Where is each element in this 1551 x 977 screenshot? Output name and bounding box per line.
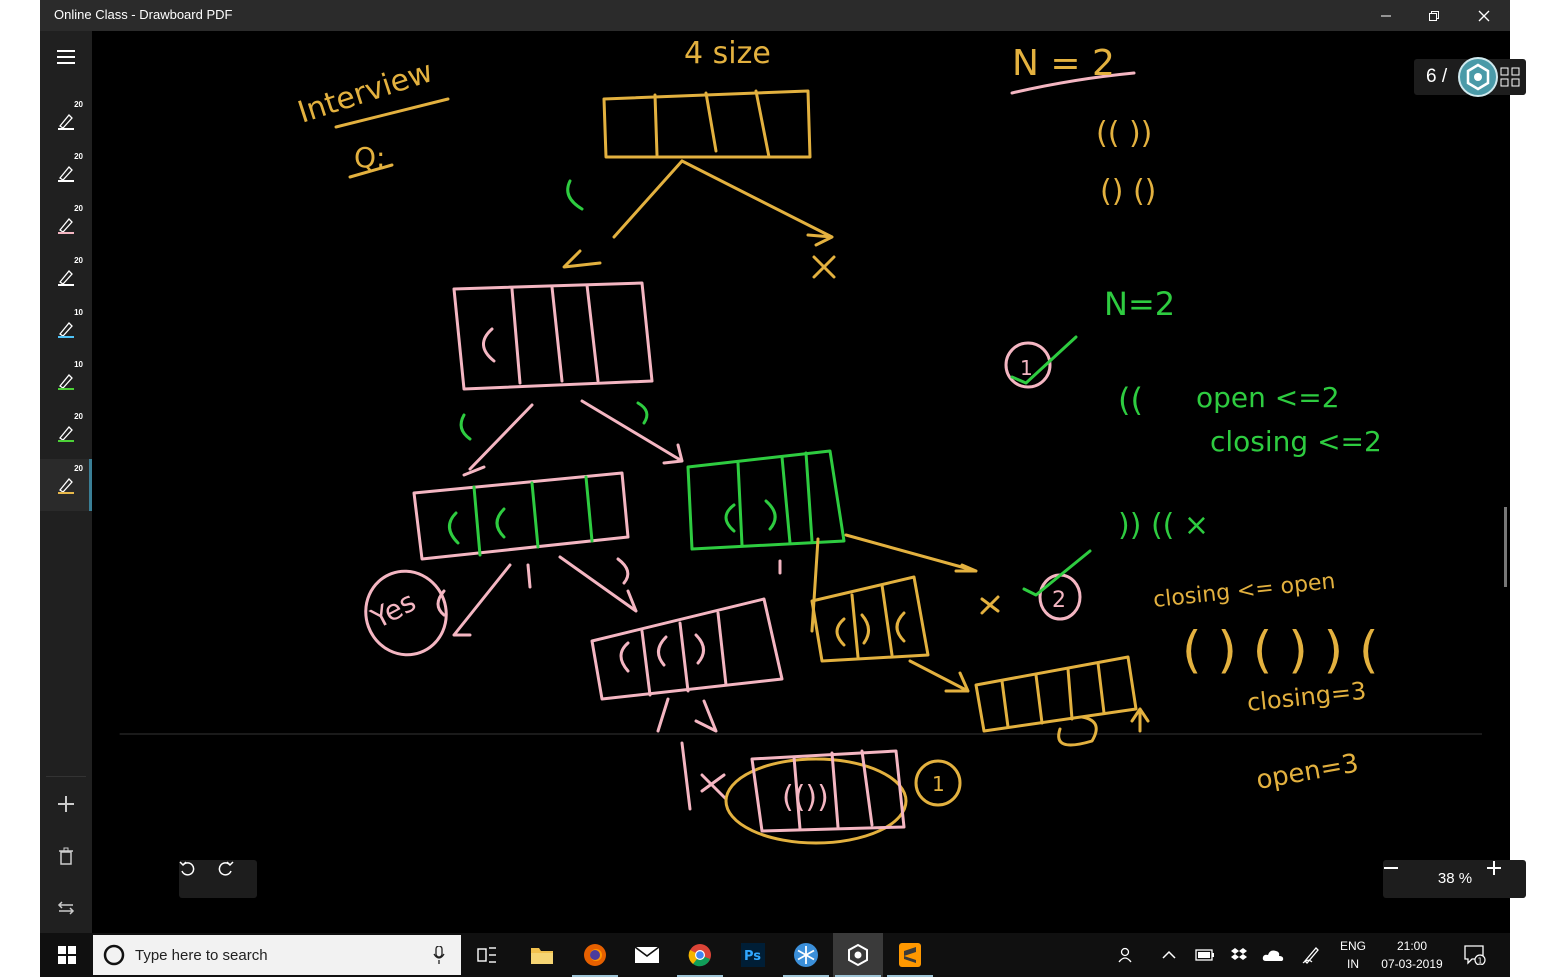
svg-text:Ps: Ps <box>744 949 761 964</box>
dropbox-icon[interactable] <box>1224 933 1254 977</box>
battery-icon[interactable] <box>1190 933 1220 977</box>
clock-date: 07-03-2019 <box>1381 957 1443 971</box>
pen-tool-3[interactable]: 20 <box>40 199 92 251</box>
close-icon[interactable] <box>1460 0 1508 31</box>
pen-icon <box>58 426 74 442</box>
restore-icon[interactable] <box>1410 0 1458 31</box>
pen-tool-1[interactable]: 20 <box>40 95 92 147</box>
ink-text-seq1: (( )) <box>1096 116 1152 151</box>
ink-text-circle1: 1 <box>1020 356 1033 380</box>
pen-icon <box>58 374 74 390</box>
chrome-icon[interactable] <box>675 933 725 977</box>
snowflake-app-icon[interactable] <box>781 933 831 977</box>
pen-tool-2[interactable]: 20 <box>40 147 92 199</box>
pen-tool-8[interactable]: 20 <box>40 459 92 511</box>
undo-redo-group <box>179 860 257 898</box>
app-logo-icon <box>1458 57 1498 97</box>
minimize-icon[interactable] <box>1362 0 1410 31</box>
ink-text-invalid: )) (( × <box>1118 508 1209 543</box>
ink-text-final-box: (()) <box>782 780 829 815</box>
ink-text-n2-mid: N=2 <box>1104 285 1175 323</box>
language-indicator[interactable]: ENG IN <box>1334 933 1372 977</box>
pen-icon <box>58 322 74 338</box>
pen-workspace-icon[interactable] <box>1296 933 1326 977</box>
add-icon[interactable] <box>40 782 92 826</box>
ink-box-l4 <box>974 655 1138 733</box>
ink-text-circle1-bottom: 1 <box>932 772 945 796</box>
pen-icon <box>58 270 74 286</box>
ink-text-seq2: () () <box>1100 174 1156 209</box>
ink-text-open-count: open=3 <box>1254 748 1361 795</box>
ink-text-n2-top: N = 2 <box>1012 43 1115 84</box>
swap-icon[interactable] <box>40 886 92 930</box>
window-title: Online Class - Drawboard PDF <box>54 7 233 22</box>
page-indicator[interactable]: 6 / <box>1414 57 1526 97</box>
firefox-icon[interactable] <box>570 933 620 977</box>
zoom-control: 38 % <box>1383 860 1526 898</box>
cortana-icon <box>103 944 125 966</box>
ink-text-open-rule: open <=2 <box>1196 381 1340 414</box>
ink-layer: Interview Q: 4 size N = 2 (( )) () () cl… <box>119 36 1482 845</box>
people-icon[interactable] <box>1112 933 1142 977</box>
ink-text-circle2: 2 <box>1052 588 1066 613</box>
ink-text-closing-open: closing <= open <box>1152 569 1337 613</box>
onedrive-icon[interactable] <box>1258 933 1288 977</box>
ink-text-parens: ( ) ( ) ) ( <box>1182 621 1379 679</box>
undo-icon[interactable] <box>179 860 218 898</box>
ink-text-size: 4 size <box>684 36 771 71</box>
mail-icon[interactable] <box>622 933 672 977</box>
windows-start-icon[interactable] <box>42 933 92 977</box>
file-explorer-icon[interactable] <box>517 933 567 977</box>
hamburger-icon[interactable] <box>40 35 92 79</box>
zoom-in-button[interactable] <box>1486 860 1526 898</box>
title-bar: Online Class - Drawboard PDF <box>40 0 1510 31</box>
language-label: ENG <box>1339 939 1366 953</box>
pen-tool-6[interactable]: 10 <box>40 355 92 407</box>
pen-icon <box>58 114 74 130</box>
chevron-up-icon[interactable] <box>1156 933 1182 977</box>
trash-icon[interactable] <box>40 834 92 878</box>
clock-time: 21:00 <box>1396 939 1428 953</box>
task-view-icon[interactable] <box>462 933 512 977</box>
ink-text-closing-count: closing=3 <box>1246 677 1368 717</box>
ink-text-yes: Yes <box>365 585 421 636</box>
taskbar-search[interactable]: Type here to search <box>93 935 461 975</box>
tool-sidebar: 20 20 20 20 10 10 20 20 <box>40 31 92 933</box>
photoshop-icon[interactable]: Ps <box>728 933 778 977</box>
drawboard-window: Online Class - Drawboard PDF 20 20 20 20 <box>40 0 1526 933</box>
redo-icon[interactable] <box>218 860 257 898</box>
pen-icon <box>58 478 74 494</box>
zoom-out-button[interactable] <box>1383 860 1423 898</box>
microphone-icon[interactable] <box>433 946 445 964</box>
ink-text-q: Q: <box>354 141 385 174</box>
pen-icon <box>58 218 74 234</box>
ink-text-closing-rule: closing <=2 <box>1210 425 1382 458</box>
ink-box-l3b <box>810 575 930 663</box>
sublime-text-icon[interactable] <box>885 933 935 977</box>
zoom-value: 38 % <box>1437 870 1473 887</box>
search-placeholder: Type here to search <box>135 947 268 964</box>
pen-tool-5[interactable]: 10 <box>40 303 92 355</box>
drawboard-taskbar-icon[interactable] <box>833 933 883 977</box>
notification-count: 1 <box>1478 957 1483 966</box>
region-label: IN <box>1347 957 1359 971</box>
sidebar-divider <box>46 776 86 777</box>
pen-tool-4[interactable]: 20 <box>40 251 92 303</box>
action-center-icon[interactable]: 1 <box>1460 933 1490 977</box>
drawing-canvas[interactable]: Interview Q: 4 size N = 2 (( )) () () cl… <box>92 31 1526 933</box>
pen-icon <box>58 166 74 182</box>
vertical-scrollbar[interactable] <box>1504 507 1507 587</box>
windows-taskbar: Type here to search Ps ENG IN 21:00 07-0… <box>40 933 1510 977</box>
pen-tool-7[interactable]: 20 <box>40 407 92 459</box>
ink-box-l2a <box>412 471 630 561</box>
ink-text-open-paren: (( <box>1118 381 1143 419</box>
page-number: 6 / <box>1426 66 1448 87</box>
clock[interactable]: 21:00 07-03-2019 <box>1374 933 1450 977</box>
